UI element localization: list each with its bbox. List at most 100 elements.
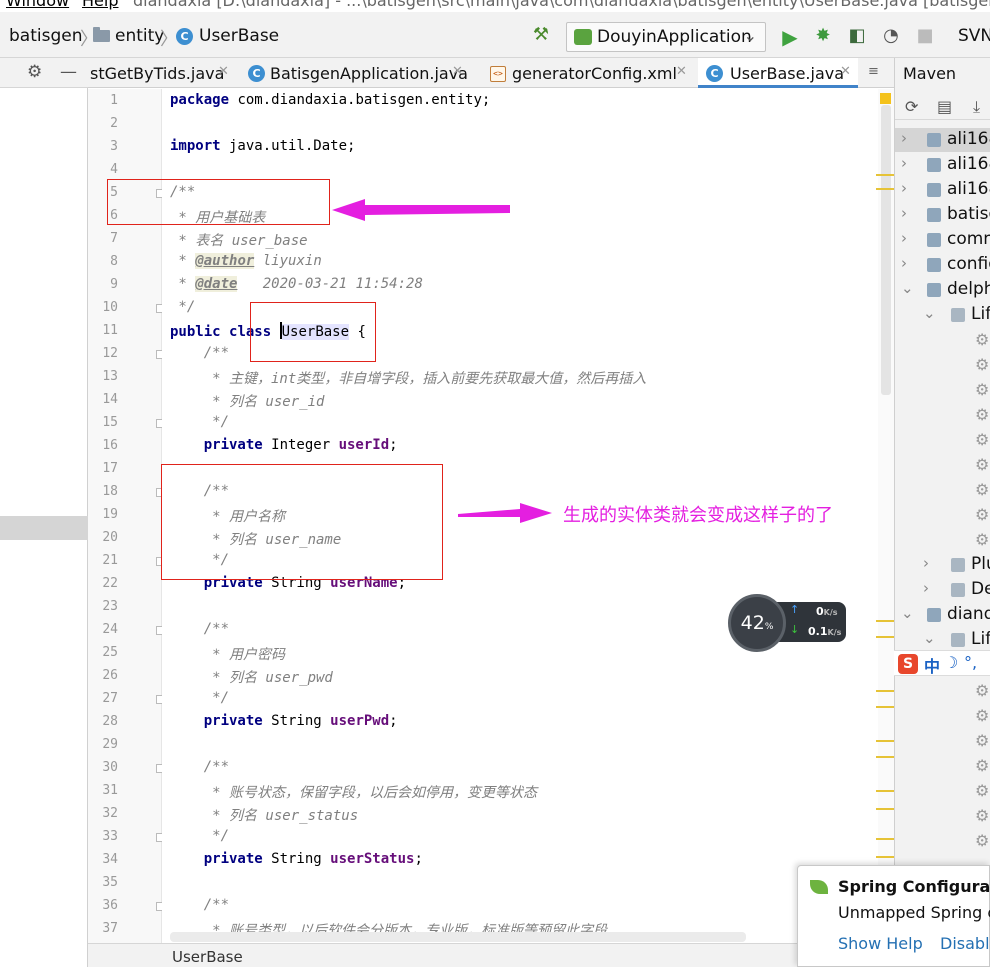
gear-icon[interactable]: ⚙	[975, 756, 989, 775]
download-icon[interactable]: ⤓	[973, 97, 980, 117]
gear-icon[interactable]: ⚙	[975, 380, 989, 399]
stripe-marker[interactable]	[876, 174, 894, 176]
line-number: 34	[102, 852, 118, 867]
gear-icon[interactable]: ⚙	[975, 405, 989, 424]
notification-title: Spring Configuration	[838, 877, 990, 896]
tab-generator-config[interactable]: <> generatorConfig.xml ✕	[484, 58, 694, 88]
maven-plugins-item[interactable]: › Plu	[895, 553, 990, 577]
breadcrumb-module[interactable]: batisgen	[9, 26, 82, 46]
stripe-marker[interactable]	[876, 838, 894, 840]
lifecycle-folder-icon	[951, 308, 965, 322]
stripe-marker[interactable]	[876, 856, 894, 858]
disable-link[interactable]: Disable	[940, 934, 990, 953]
breadcrumb-package[interactable]: entity	[115, 26, 164, 46]
spring-leaf-icon	[810, 880, 828, 894]
stripe-marker[interactable]	[876, 636, 894, 638]
gear-icon[interactable]: ⚙	[975, 330, 989, 349]
gear-icon[interactable]: ⚙	[975, 455, 989, 474]
run-configuration-select[interactable]: DouyinApplication ⌄	[566, 22, 766, 52]
gear-icon[interactable]: ⚙	[975, 430, 989, 449]
punctuation-toggle[interactable]: °,	[964, 653, 977, 672]
vertical-scrollbar[interactable]	[881, 105, 891, 395]
line-number: 10	[102, 300, 118, 315]
stripe-marker[interactable]	[876, 620, 894, 622]
stripe-marker[interactable]	[876, 690, 894, 692]
maven-project-item[interactable]: › ali168	[895, 153, 990, 177]
gear-icon[interactable]: ⚙	[975, 731, 989, 750]
show-help-link[interactable]: Show Help	[838, 934, 923, 953]
maven-project-item[interactable]: › ali168	[895, 128, 990, 152]
annotation-box-table-comment	[107, 179, 330, 225]
maven-project-item[interactable]: ⌄ diand	[895, 603, 990, 627]
svn-menu[interactable]: SVN	[958, 26, 990, 46]
stripe-marker[interactable]	[876, 188, 894, 190]
tabs-overflow-icon[interactable]: ≡	[866, 58, 890, 88]
maven-panel: Maven ⟳ ▤ ⤓ › ali168 › ali168 › ali168 ›…	[894, 58, 990, 967]
horizontal-scrollbar[interactable]	[170, 932, 746, 942]
ime-language-toggle[interactable]: 中	[924, 653, 940, 677]
maven-project-item[interactable]: › batisg	[895, 203, 990, 227]
gear-icon[interactable]: ⚙	[975, 530, 989, 549]
close-icon[interactable]: ✕	[452, 64, 463, 79]
gear-icon[interactable]: ⚙	[27, 62, 42, 82]
close-icon[interactable]: ✕	[218, 64, 229, 79]
line-number: 32	[102, 806, 118, 821]
profiler-icon[interactable]: ◔	[880, 25, 902, 46]
line-number: 31	[102, 783, 118, 798]
maven-lifecycle-item[interactable]: ⌄ Lif	[895, 628, 990, 652]
gear-icon[interactable]: ⚙	[975, 806, 989, 825]
debug-bug-icon[interactable]: ✸	[812, 25, 834, 46]
gear-icon[interactable]: ⚙	[975, 681, 989, 700]
menu-help[interactable]: Help	[82, 0, 118, 10]
minimize-icon[interactable]: —	[60, 62, 77, 82]
gear-icon[interactable]: ⚙	[975, 831, 989, 850]
maven-lifecycle-item[interactable]: ⌄ Lif	[895, 303, 990, 327]
sogou-ime-icon[interactable]: S	[898, 654, 918, 674]
footer-breadcrumb[interactable]: UserBase	[172, 948, 243, 966]
line-number: 27	[102, 691, 118, 706]
class-icon: C	[706, 65, 723, 82]
coverage-icon[interactable]: ◧	[846, 25, 868, 46]
generate-sources-icon[interactable]: ▤	[937, 97, 952, 116]
gear-icon[interactable]: ⚙	[975, 505, 989, 524]
maven-module-icon	[927, 283, 941, 297]
run-icon[interactable]: ▶	[779, 25, 801, 49]
maven-project-item[interactable]: › ali168	[895, 178, 990, 202]
stop-icon[interactable]: ■	[914, 25, 936, 46]
moon-icon[interactable]: ☽	[944, 653, 958, 672]
close-icon[interactable]: ✕	[676, 64, 687, 79]
menu-window[interactable]: Window	[6, 0, 69, 10]
maven-project-item[interactable]: ⌄ delph	[895, 278, 990, 302]
gear-icon[interactable]: ⚙	[975, 355, 989, 374]
maven-toolbar: ⟳ ▤ ⤓	[895, 90, 990, 120]
tab-stgetbytids[interactable]: stGetByTids.java ✕	[88, 58, 238, 88]
tab-batisgen-application[interactable]: C BatisgenApplication.java ✕	[240, 58, 468, 88]
line-number: 13	[102, 369, 118, 384]
breadcrumb-class[interactable]: UserBase	[199, 26, 279, 46]
stripe-marker[interactable]	[876, 706, 894, 708]
input-method-bar[interactable]: S 中 ☽ °,	[894, 650, 990, 676]
maven-project-item[interactable]: › comm	[895, 228, 990, 252]
maven-project-item[interactable]: › config	[895, 253, 990, 277]
project-selected-row[interactable]	[0, 516, 88, 540]
line-number: 23	[102, 599, 118, 614]
stripe-marker[interactable]	[876, 756, 894, 758]
hammer-build-icon[interactable]: ⚒	[530, 24, 552, 45]
code-line-28: private String userPwd;	[170, 713, 398, 729]
line-number: 18	[102, 484, 118, 499]
gear-icon[interactable]: ⚙	[975, 781, 989, 800]
close-icon[interactable]: ✕	[840, 64, 851, 79]
gear-icon[interactable]: ⚙	[975, 706, 989, 725]
maven-dependencies-item[interactable]: › De	[895, 578, 990, 602]
stripe-marker[interactable]	[876, 808, 894, 810]
line-number: 15	[102, 415, 118, 430]
stripe-marker[interactable]	[876, 740, 894, 742]
gear-icon[interactable]: ⚙	[975, 480, 989, 499]
refresh-icon[interactable]: ⟳	[905, 97, 918, 116]
warning-indicator-icon[interactable]	[880, 93, 891, 104]
tab-userbase[interactable]: C UserBase.java ✕	[698, 58, 858, 88]
chevron-down-icon: ⌄	[923, 304, 936, 322]
network-speed-widget[interactable]: 42% ↑ 0K/s ↓ 0.1K/s	[728, 594, 846, 652]
tab-label: stGetByTids.java	[90, 64, 225, 83]
stripe-marker[interactable]	[876, 790, 894, 792]
